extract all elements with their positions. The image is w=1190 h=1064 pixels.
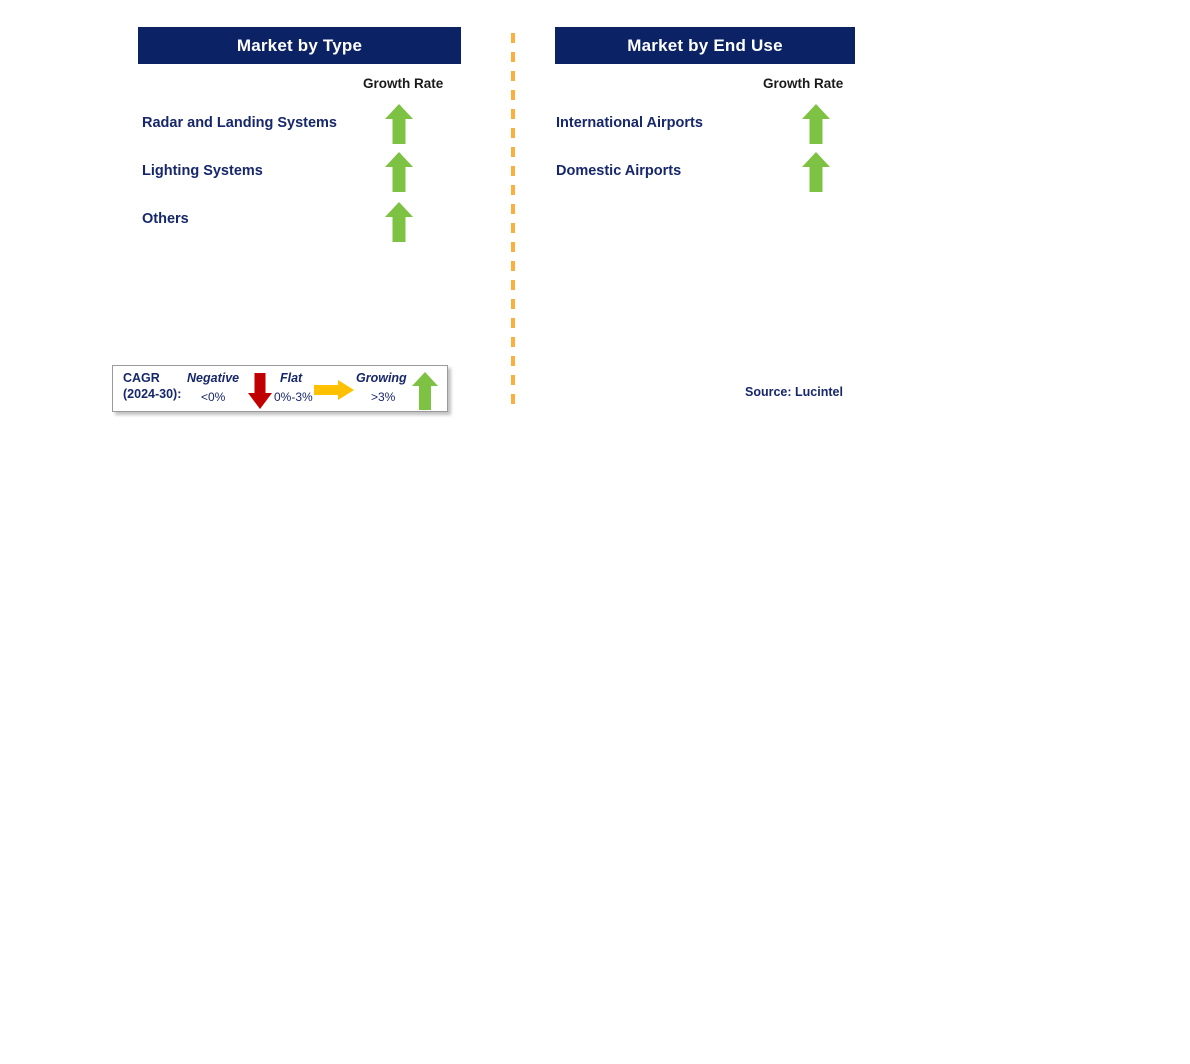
up-arrow-icon	[384, 151, 414, 193]
legend-range-flat: 0%-3%	[274, 390, 313, 404]
source-note: Source: Lucintel	[745, 385, 843, 399]
down-arrow-icon	[247, 372, 273, 410]
section-header-market-by-end-use: Market by End Use	[555, 27, 855, 64]
cagr-legend-box: CAGR (2024-30): Negative <0% Flat 0%-3% …	[112, 365, 448, 412]
legend-term-growing: Growing	[356, 371, 407, 385]
up-arrow-icon	[384, 103, 414, 145]
up-arrow-icon	[411, 371, 439, 411]
section-header-market-by-type: Market by Type	[138, 27, 461, 64]
legend-range-growing: >3%	[371, 390, 396, 404]
growth-rate-column-caption: Growth Rate	[763, 76, 844, 91]
segment-label-domestic-airports: Domestic Airports	[556, 163, 682, 179]
legend-term-negative: Negative	[187, 371, 240, 385]
right-arrow-icon	[313, 379, 355, 401]
segment-label-international-airports: International Airports	[556, 115, 703, 131]
up-arrow-icon	[384, 201, 414, 243]
segment-label-radar-and-landing-systems: Radar and Landing Systems	[142, 115, 337, 131]
legend-cagr-label-line2: (2024-30):	[123, 387, 182, 401]
growth-rate-column-caption: Growth Rate	[363, 76, 444, 91]
legend-range-negative: <0%	[201, 390, 226, 404]
segment-label-lighting-systems: Lighting Systems	[142, 163, 263, 179]
segment-label-others: Others	[142, 211, 189, 227]
legend-term-flat: Flat	[280, 371, 303, 385]
up-arrow-icon	[801, 103, 831, 145]
vertical-dashed-divider	[511, 33, 515, 412]
up-arrow-icon	[801, 151, 831, 193]
legend-cagr-label-line1: CAGR	[123, 371, 160, 385]
